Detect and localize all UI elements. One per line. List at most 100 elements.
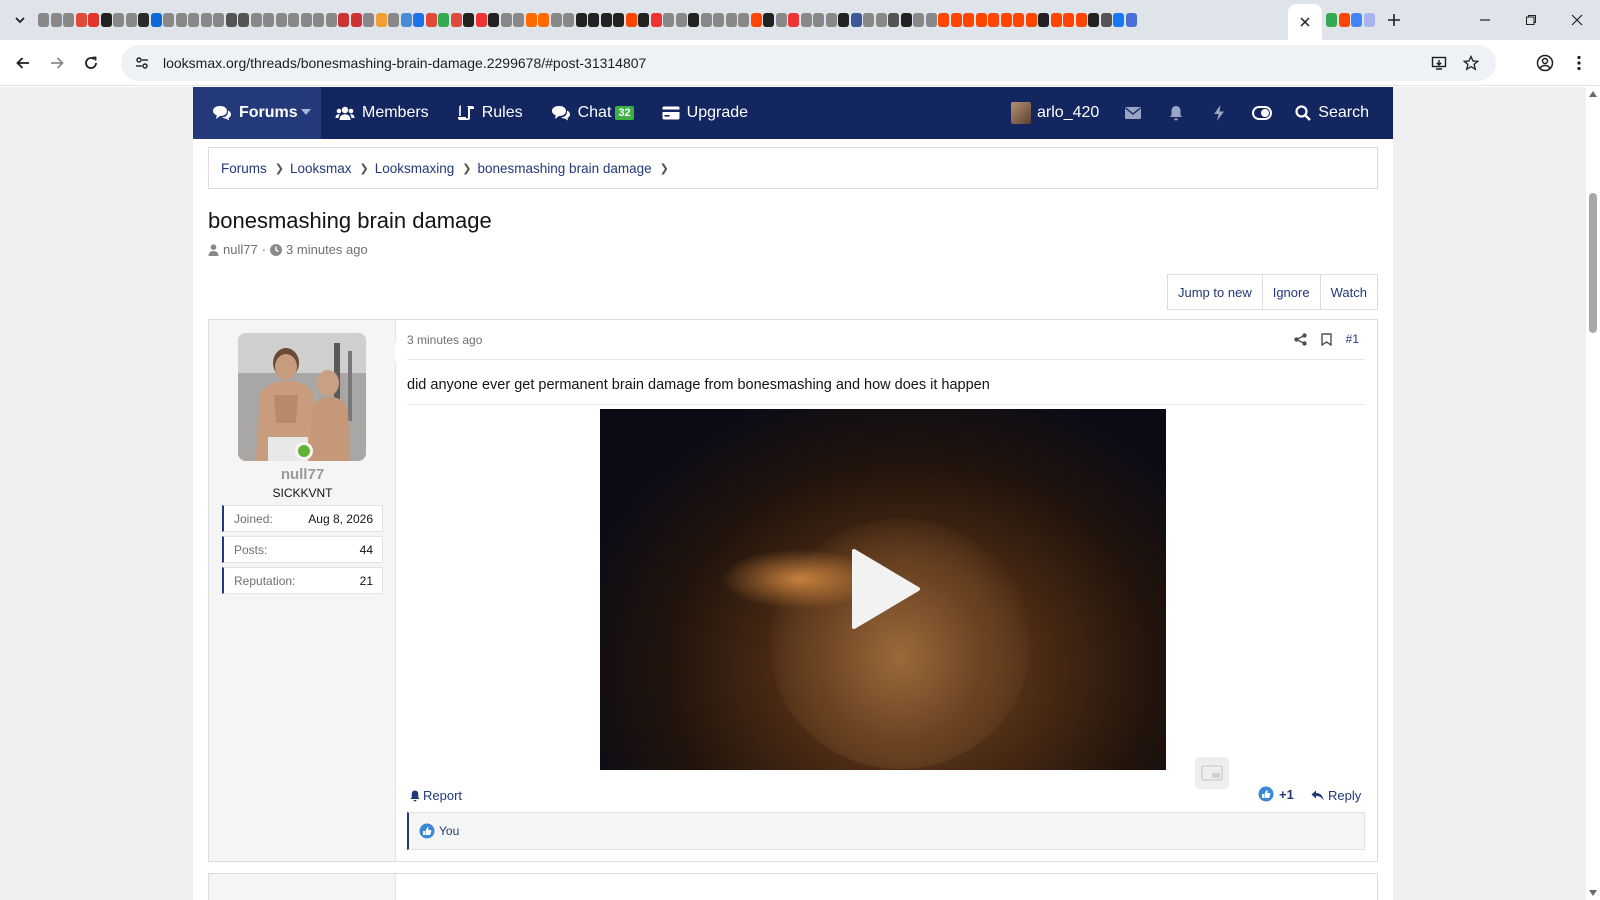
tab-favicon[interactable] — [925, 13, 937, 27]
breadcrumb-label[interactable]: bonesmashing brain damage — [478, 161, 652, 176]
tab-favicon[interactable] — [1088, 13, 1099, 27]
nav-rules[interactable]: Rules — [443, 87, 537, 139]
nav-account[interactable]: arlo_420 — [999, 102, 1111, 124]
tab-favicon[interactable] — [1025, 13, 1037, 27]
tab-favicon[interactable] — [575, 13, 587, 27]
tab-favicon[interactable] — [138, 13, 149, 27]
site-info-icon[interactable] — [125, 55, 159, 71]
breadcrumb-label[interactable]: Looksmax — [290, 161, 352, 176]
tab-favicon[interactable] — [900, 13, 912, 27]
share-icon[interactable] — [1293, 332, 1307, 346]
tab-favicon[interactable] — [950, 13, 962, 27]
tab-favicon[interactable] — [613, 13, 624, 27]
tab-favicon[interactable] — [675, 13, 687, 27]
tab-favicon[interactable] — [963, 13, 974, 27]
tab-favicon[interactable] — [488, 13, 499, 27]
tab-favicon[interactable] — [1000, 13, 1012, 27]
tab-favicon[interactable] — [1113, 13, 1124, 27]
tab-favicon[interactable] — [175, 13, 187, 27]
tab-favicon[interactable] — [288, 13, 299, 27]
tab-favicon[interactable] — [88, 13, 99, 27]
tab-favicon[interactable] — [300, 13, 312, 27]
tab-favicon[interactable] — [225, 13, 237, 27]
breadcrumb-item[interactable]: Forums ❯ — [221, 161, 290, 176]
nav-inbox[interactable] — [1111, 87, 1154, 139]
nav-upgrade[interactable]: Upgrade — [648, 87, 762, 139]
reactions-bar[interactable]: You — [407, 812, 1365, 850]
breadcrumb-item[interactable]: bonesmashing brain damage ❯ — [478, 161, 675, 176]
tab-favicon[interactable] — [438, 13, 449, 27]
tab-favicon[interactable] — [638, 13, 649, 27]
tab-favicon[interactable] — [1038, 13, 1049, 27]
nav-toggle-style[interactable] — [1240, 87, 1283, 139]
tab-favicon[interactable] — [50, 13, 62, 27]
tab-favicon[interactable] — [875, 13, 887, 27]
post-number[interactable]: #1 — [1346, 332, 1359, 346]
tab-favicon[interactable] — [1326, 13, 1337, 27]
tab-favicon[interactable] — [163, 13, 174, 27]
tab-favicon[interactable] — [788, 13, 799, 27]
url-text[interactable]: looksmax.org/threads/bonesmashing-brain-… — [163, 55, 646, 71]
profile-button[interactable] — [1528, 46, 1562, 80]
tab-favicon[interactable] — [650, 13, 662, 27]
reload-button[interactable] — [74, 46, 108, 80]
tab-favicon[interactable] — [200, 13, 212, 27]
trailing-tabs[interactable] — [1326, 13, 1376, 27]
tab-favicon[interactable] — [563, 13, 574, 27]
tab-favicon[interactable] — [988, 13, 999, 27]
tab-favicon[interactable] — [800, 13, 812, 27]
nav-members[interactable]: Members — [321, 87, 443, 139]
nav-search[interactable]: Search — [1283, 104, 1393, 122]
tab-favicon[interactable] — [700, 13, 712, 27]
tab-favicon[interactable] — [1338, 13, 1350, 27]
tab-favicon[interactable] — [938, 13, 949, 27]
reacted-by[interactable]: You — [439, 824, 459, 838]
tab-favicon[interactable] — [313, 13, 324, 27]
tab-favicon[interactable] — [1351, 13, 1362, 27]
jump-to-new-button[interactable]: Jump to new — [1168, 275, 1263, 309]
tab-favicon[interactable] — [825, 13, 837, 27]
thread-time[interactable]: 3 minutes ago — [286, 242, 368, 257]
tab-favicon[interactable] — [338, 13, 349, 27]
tab-favicon[interactable] — [913, 13, 924, 27]
tab-favicon[interactable] — [188, 13, 199, 27]
tab-favicon[interactable] — [238, 13, 249, 27]
new-tab-button[interactable] — [1383, 9, 1405, 31]
nav-whats-new[interactable] — [1197, 87, 1240, 139]
tab-favicon[interactable] — [450, 13, 462, 27]
breadcrumb-item[interactable]: Looksmaxing ❯ — [375, 161, 478, 176]
tab-favicon[interactable] — [513, 13, 524, 27]
tab-favicons[interactable] — [38, 0, 1284, 40]
video-player[interactable] — [600, 409, 1166, 770]
tab-favicon[interactable] — [838, 13, 849, 27]
tab-favicon[interactable] — [388, 13, 399, 27]
play-icon[interactable] — [850, 549, 920, 629]
tab-favicon[interactable] — [1050, 13, 1062, 27]
tab-favicon[interactable] — [250, 13, 262, 27]
tab-favicon[interactable] — [325, 13, 337, 27]
menu-button[interactable] — [1562, 46, 1596, 80]
tab-favicon[interactable] — [1100, 13, 1112, 27]
tab-favicon[interactable] — [525, 13, 537, 27]
tab-favicon[interactable] — [763, 13, 774, 27]
tab-favicon[interactable] — [350, 13, 362, 27]
nav-alerts[interactable] — [1154, 87, 1197, 139]
close-window-button[interactable] — [1554, 0, 1600, 40]
tab-favicon[interactable] — [775, 13, 787, 27]
nav-chat[interactable]: Chat 32 — [537, 87, 648, 139]
reaction-button[interactable]: +1 — [1258, 786, 1294, 802]
tab-favicon[interactable] — [263, 13, 274, 27]
tab-favicon[interactable] — [663, 13, 674, 27]
tab-favicon[interactable] — [213, 13, 224, 27]
close-tab-icon[interactable] — [1300, 17, 1310, 27]
tab-favicon[interactable] — [463, 13, 474, 27]
tab-favicon[interactable] — [600, 13, 612, 27]
page-scrollbar[interactable] — [1586, 87, 1600, 900]
scrollbar-thumb[interactable] — [1589, 193, 1597, 333]
tab-favicon[interactable] — [813, 13, 824, 27]
breadcrumb-item[interactable]: Looksmax ❯ — [290, 161, 375, 176]
tab-favicon[interactable] — [688, 13, 699, 27]
tab-favicon[interactable] — [400, 13, 412, 27]
tab-search-button[interactable] — [6, 6, 34, 34]
tab-favicon[interactable] — [475, 13, 487, 27]
